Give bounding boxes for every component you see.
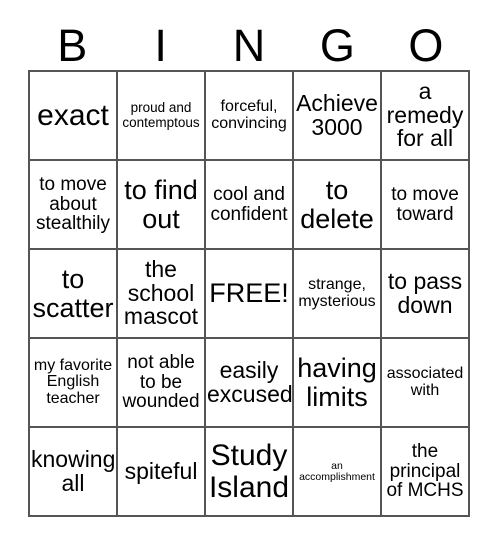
bingo-cell-text: forceful, convincing [211,97,287,132]
bingo-cell-i3[interactable]: the school mascot [118,250,206,339]
bingo-cell-o2[interactable]: to move toward [382,161,470,250]
bingo-cell-g1[interactable]: Achieve 3000 [294,72,382,161]
bingo-header-letter-o: O [408,20,444,71]
bingo-cell-o3[interactable]: to pass down [382,250,470,339]
bingo-cell-text: to delete [300,175,374,234]
bingo-cell-text: not able to be wounded [122,351,200,413]
bingo-cell-g3[interactable]: strange, mysterious [294,250,382,339]
bingo-cell-n2[interactable]: cool and confident [206,161,294,250]
bingo-cell-text: proud and contemptous [122,100,200,130]
bingo-cell-text: strange, mysterious [298,275,376,310]
bingo-cell-text: spiteful [124,457,198,484]
bingo-cell-text: Study Island [208,439,290,504]
bingo-cell-text: an accomplishment [299,459,375,483]
bingo-cell-o5[interactable]: the principal of MCHS [382,428,470,517]
bingo-cell-g4[interactable]: having limits [294,339,382,428]
bingo-cell-text: having limits [297,353,377,412]
bingo-cell-g5[interactable]: an accomplishment [294,428,382,517]
bingo-grid: exact proud and contemptous forceful, co… [28,70,470,517]
bingo-cell-text: to move about stealthily [36,173,110,235]
bingo-cell-n4[interactable]: easily excused [206,339,294,428]
bingo-cell-text: cool and confident [210,183,288,225]
bingo-cell-text: to move toward [391,183,459,225]
bingo-cell-text: to pass down [387,267,463,318]
bingo-cell-b3[interactable]: to scatter [30,250,118,339]
bingo-cell-text: a remedy for all [386,77,464,152]
bingo-cell-i1[interactable]: proud and contemptous [118,72,206,161]
bingo-cell-text: the principal of MCHS [386,440,464,502]
bingo-header-letter-g: G [319,20,355,71]
bingo-cell-n5[interactable]: Study Island [206,428,294,517]
bingo-cell-i4[interactable]: not able to be wounded [118,339,206,428]
bingo-cell-text: FREE! [209,278,289,309]
bingo-cell-i5[interactable]: spiteful [118,428,206,517]
bingo-cell-text: exact [37,98,109,132]
bingo-cell-i2[interactable]: to find out [118,161,206,250]
bingo-cell-text: my favorite English teacher [33,356,113,407]
bingo-cell-b5[interactable]: knowing all [30,428,118,517]
bingo-cell-text: the school mascot [123,255,199,330]
bingo-cell-text: to find out [124,175,198,234]
bingo-cell-b4[interactable]: my favorite English teacher [30,339,118,428]
bingo-cell-text: to scatter [32,264,114,323]
bingo-header-letter-i: I [154,20,167,71]
bingo-cell-n3-free[interactable]: FREE! [206,250,294,339]
bingo-cell-b1[interactable]: exact [30,72,118,161]
bingo-cell-o4[interactable]: associated with [382,339,470,428]
bingo-cell-b2[interactable]: to move about stealthily [30,161,118,250]
bingo-header-letter-b: B [57,20,88,71]
bingo-header-letter-n: N [232,20,266,71]
bingo-cell-o1[interactable]: a remedy for all [382,72,470,161]
bingo-cell-text: knowing all [31,445,116,496]
bingo-cell-text: easily excused [207,356,293,407]
bingo-cell-text: associated with [386,364,464,399]
bingo-cell-g2[interactable]: to delete [294,161,382,250]
bingo-card: B I N G O exact proud and contemptous fo… [28,14,470,517]
bingo-header-row: B I N G O [28,14,470,70]
bingo-cell-n1[interactable]: forceful, convincing [206,72,294,161]
bingo-cell-text: Achieve 3000 [296,89,378,140]
